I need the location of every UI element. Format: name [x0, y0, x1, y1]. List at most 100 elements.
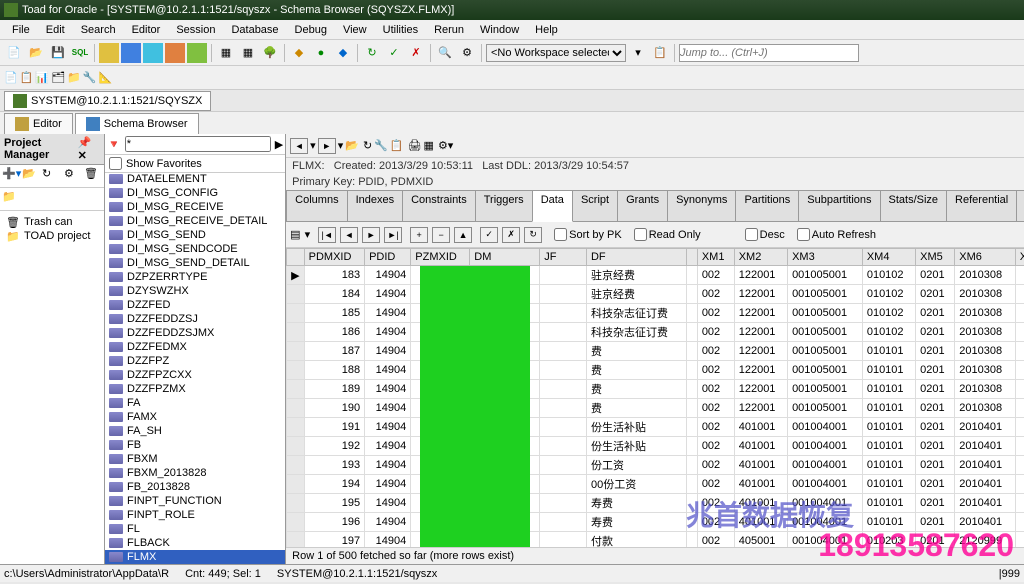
table-row[interactable]: ▶183149040驻京经费00212200100100500101010202…: [287, 266, 1024, 285]
col-header[interactable]: DM: [470, 249, 540, 266]
table-row[interactable]: 19414904000份工资00240100100100400101010102…: [287, 475, 1024, 494]
table-item[interactable]: FL: [105, 522, 285, 536]
dt-edit-icon[interactable]: ▲: [454, 227, 472, 243]
tb2-5-icon[interactable]: 📁: [67, 71, 81, 84]
pj-ref-icon[interactable]: ↻: [42, 167, 60, 185]
col-header[interactable]: XM2: [734, 249, 787, 266]
workspace-select[interactable]: <No Workspace selected>: [486, 44, 626, 62]
tb-c3-icon[interactable]: ◆: [333, 43, 353, 63]
menu-session[interactable]: Session: [168, 22, 223, 38]
rt-grid-icon[interactable]: ▦: [424, 139, 434, 152]
tree-trash[interactable]: 🗑 Trash can: [4, 215, 100, 229]
table-item[interactable]: DZYSWZHX: [105, 284, 285, 298]
detail-tab-partitions[interactable]: Partitions: [735, 190, 799, 221]
rt-cfg-icon[interactable]: ⚙▾: [438, 139, 453, 152]
table-item[interactable]: FB_2013828: [105, 480, 285, 494]
dt-next-icon[interactable]: ►: [362, 227, 380, 243]
tb-ws1-icon[interactable]: ▾: [628, 43, 648, 63]
col-header[interactable]: XM4: [862, 249, 915, 266]
col-header[interactable]: XM3: [788, 249, 863, 266]
table-item[interactable]: FAMX: [105, 410, 285, 424]
table-row[interactable]: 185149040科技杂志征订费002122001001005001010102…: [287, 304, 1024, 323]
dt-first-icon[interactable]: |◄: [318, 227, 336, 243]
nav-back-icon[interactable]: ◄: [290, 138, 308, 154]
tb-find-icon[interactable]: 🔍: [435, 43, 455, 63]
tb2-3-icon[interactable]: 📊: [35, 71, 49, 84]
tb2-4-icon[interactable]: 🗂: [51, 71, 65, 84]
table-item[interactable]: DI_MSG_RECEIVE: [105, 200, 285, 214]
dt-last-icon[interactable]: ►|: [384, 227, 402, 243]
detail-tab-usedby[interactable]: Used By: [1016, 190, 1024, 221]
table-item[interactable]: DI_MSG_SEND_DETAIL: [105, 256, 285, 270]
desc-checkbox[interactable]: [745, 228, 758, 241]
tb-ed2-icon[interactable]: [121, 43, 141, 63]
table-item[interactable]: DZZFEDMX: [105, 340, 285, 354]
table-item[interactable]: DZPZERRTYPE: [105, 270, 285, 284]
dt-refresh-icon[interactable]: ↻: [524, 227, 542, 243]
tree-toad-project[interactable]: 📁 TOAD project: [4, 229, 100, 243]
table-row[interactable]: 186149040科技杂志征订费002122001001005001010102…: [287, 323, 1024, 342]
col-header[interactable]: XM1: [697, 249, 734, 266]
col-header[interactable]: PZMXID: [411, 249, 470, 266]
table-item[interactable]: DATAELEMENT: [105, 173, 285, 186]
table-item[interactable]: FA_SH: [105, 424, 285, 438]
dt-del-icon[interactable]: −: [432, 227, 450, 243]
close-panel-icon[interactable]: ✕: [78, 150, 87, 162]
data-grid[interactable]: PDMXIDPDIDPZMXIDDMJFDFXM1XM2XM3XM4XM5XM6…: [286, 248, 1024, 547]
tb-sql-icon[interactable]: SQL: [70, 43, 90, 63]
tb2-7-icon[interactable]: 📐: [98, 71, 112, 84]
col-header[interactable]: DF: [586, 249, 686, 266]
filter-go-icon[interactable]: ▶: [275, 138, 283, 151]
rt-open-icon[interactable]: 📂: [345, 139, 359, 152]
menu-window[interactable]: Window: [472, 22, 527, 38]
menu-help[interactable]: Help: [527, 22, 566, 38]
tb-tree-icon[interactable]: 🌳: [260, 43, 280, 63]
table-item[interactable]: DI_MSG_SENDCODE: [105, 242, 285, 256]
connection-tab[interactable]: SYSTEM@10.2.1.1:1521/SQYSZX: [4, 91, 211, 111]
rt-print-icon[interactable]: 🖨: [408, 139, 422, 152]
menu-view[interactable]: View: [335, 22, 375, 38]
table-row[interactable]: 190149040费002122001001005001010101020120…: [287, 399, 1024, 418]
rt-1-icon[interactable]: 🔧: [374, 139, 388, 152]
table-item[interactable]: FBXM_2013828: [105, 466, 285, 480]
detail-tab-subpartitions[interactable]: Subpartitions: [798, 190, 880, 221]
tb-new-icon[interactable]: 📄: [4, 43, 24, 63]
table-item[interactable]: FA: [105, 396, 285, 410]
pj-cfg-icon[interactable]: ⚙: [64, 167, 82, 185]
table-item[interactable]: FLMX: [105, 550, 285, 564]
col-header[interactable]: JF: [540, 249, 587, 266]
table-row[interactable]: 193149040份工资0024010010010040010101010201…: [287, 456, 1024, 475]
tb-refresh-icon[interactable]: ↻: [362, 43, 382, 63]
table-item[interactable]: DI_MSG_CONFIG: [105, 186, 285, 200]
table-item[interactable]: FBXM: [105, 452, 285, 466]
table-item[interactable]: FB: [105, 438, 285, 452]
detail-tab-data[interactable]: Data: [532, 190, 573, 222]
menu-file[interactable]: File: [4, 22, 38, 38]
filter-icon[interactable]: 🔻: [107, 138, 121, 151]
tb2-6-icon[interactable]: 🔧: [83, 71, 97, 84]
tb-c2-icon[interactable]: ●: [311, 43, 331, 63]
detail-tab-columns[interactable]: Columns: [286, 190, 347, 221]
table-item[interactable]: DZZFED: [105, 298, 285, 312]
table-item[interactable]: DI_MSG_SEND: [105, 228, 285, 242]
table-item[interactable]: FINPT_FUNCTION: [105, 494, 285, 508]
table-item[interactable]: DI_MSG_RECEIVE_DETAIL: [105, 214, 285, 228]
detail-tab-synonyms[interactable]: Synonyms: [667, 190, 736, 221]
menu-edit[interactable]: Edit: [38, 22, 73, 38]
sort-by-pk-checkbox[interactable]: [554, 228, 567, 241]
col-header[interactable]: PDMXID: [304, 249, 364, 266]
rt-2-icon[interactable]: 📋: [390, 139, 404, 152]
pj-del-icon[interactable]: 🗑: [84, 167, 102, 185]
detail-tab-script[interactable]: Script: [572, 190, 618, 221]
menu-debug[interactable]: Debug: [287, 22, 335, 38]
table-item[interactable]: FLBACK: [105, 536, 285, 550]
table-item[interactable]: DZZFEDDZSJMX: [105, 326, 285, 340]
filter-input[interactable]: [125, 136, 271, 152]
dt-view-icon[interactable]: ▤: [290, 228, 300, 241]
tb2-1-icon[interactable]: 📄: [4, 71, 18, 84]
table-row[interactable]: 184149040驻京经费002122001001005001010102020…: [287, 285, 1024, 304]
detail-tab-indexes[interactable]: Indexes: [347, 190, 404, 221]
tb-ed5-icon[interactable]: [187, 43, 207, 63]
col-header[interactable]: XM6: [955, 249, 1015, 266]
dt-ok-icon[interactable]: ✓: [480, 227, 498, 243]
